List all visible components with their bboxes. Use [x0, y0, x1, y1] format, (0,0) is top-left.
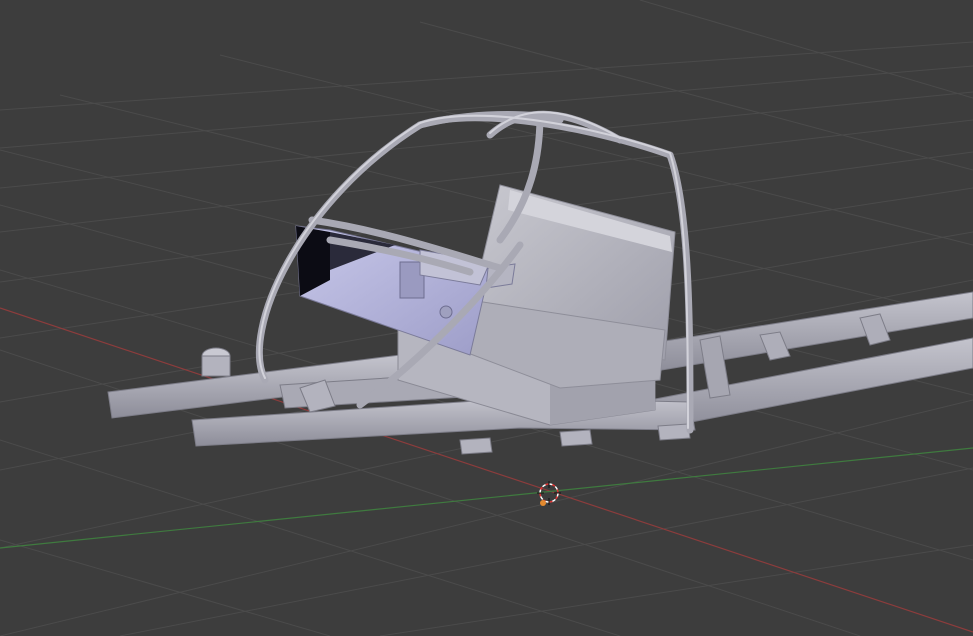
object-origin-dot — [540, 500, 546, 506]
viewport-canvas[interactable] — [0, 0, 973, 636]
3d-viewport[interactable] — [0, 0, 973, 636]
